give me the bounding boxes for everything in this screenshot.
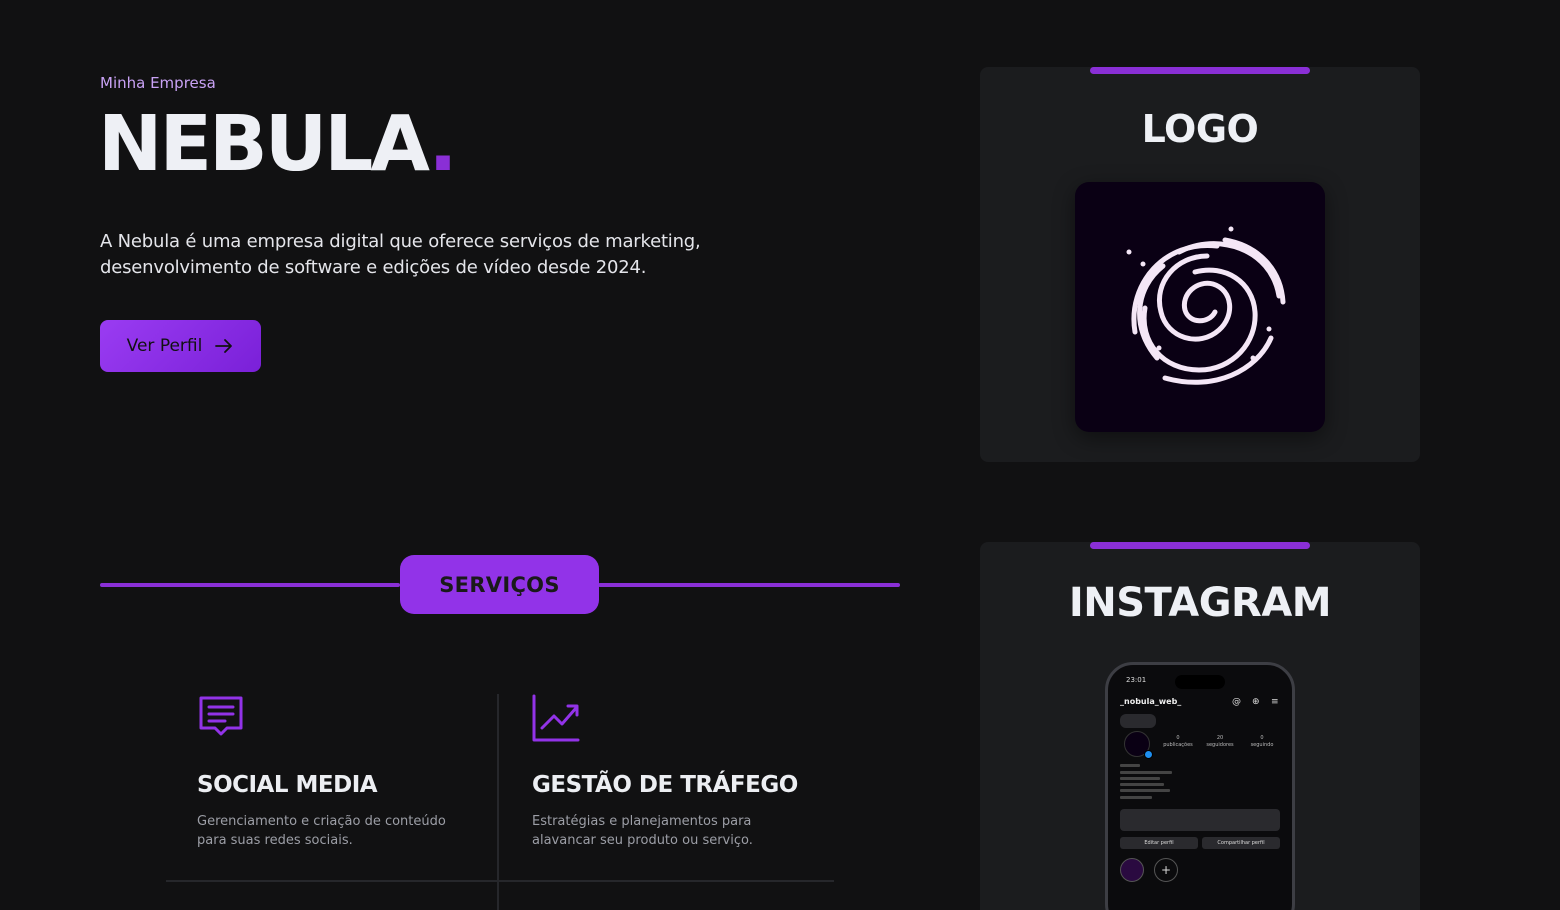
bio-line xyxy=(1120,764,1140,767)
page: Minha Empresa NEBULA. A Nebula é uma emp… xyxy=(0,0,1560,910)
logo-card: LOGO xyxy=(980,67,1420,462)
brand-dot: . xyxy=(428,100,457,189)
service-title: SOCIAL MEDIA xyxy=(197,772,378,798)
stat-following: 0 seguindo xyxy=(1250,735,1274,748)
edit-profile-button: Editar perfil xyxy=(1120,837,1198,849)
phone-time: 23:01 xyxy=(1126,676,1147,684)
new-highlight-icon: + xyxy=(1154,858,1178,882)
chat-message-icon xyxy=(199,696,243,736)
services-divider-left xyxy=(100,583,400,587)
bio-line xyxy=(1120,771,1172,774)
profile-avatar xyxy=(1124,731,1153,759)
instagram-card: INSTAGRAM 23:01 _nobula_web_ @ ⊕ ≡ 0 publ… xyxy=(980,542,1420,910)
card-accent-bar xyxy=(1090,542,1310,549)
card-accent-bar xyxy=(1090,67,1310,74)
instagram-card-title: INSTAGRAM xyxy=(1068,580,1332,626)
service-text: Gerenciamento e criação de conteúdo para… xyxy=(197,814,446,848)
professional-panel xyxy=(1120,809,1280,831)
bio-line xyxy=(1120,777,1160,780)
services-divider-right xyxy=(598,583,900,587)
profile-note xyxy=(1120,714,1156,728)
hero-description: A Nebula é uma empresa digital que ofere… xyxy=(100,231,701,278)
services-grid-horizontal-divider xyxy=(166,880,834,882)
service-gestao-trafego: GESTÃO DE TRÁFEGO Estratégias e planejam… xyxy=(532,694,802,850)
dynamic-island xyxy=(1175,675,1225,689)
services-heading: SERVIÇOS xyxy=(400,555,599,614)
add-story-icon xyxy=(1144,750,1153,759)
eyebrow-label: Minha Empresa xyxy=(100,74,216,92)
ver-perfil-label: Ver Perfil xyxy=(126,336,203,356)
trend-chart-icon xyxy=(532,694,580,742)
services-grid-vertical-divider xyxy=(497,694,499,910)
service-social-media: SOCIAL MEDIA Gerenciamento e criação de … xyxy=(197,694,467,850)
ver-perfil-button[interactable]: Ver Perfil xyxy=(100,320,261,372)
service-text: Estratégias e planejamentos para alavanc… xyxy=(532,814,753,848)
bio-line xyxy=(1120,789,1170,792)
bio-line xyxy=(1120,783,1164,786)
stat-posts: 0 publicações xyxy=(1163,735,1193,748)
logo-card-title: LOGO xyxy=(1141,107,1259,151)
share-profile-button: Compartilhar perfil xyxy=(1202,837,1280,849)
story-highlight xyxy=(1120,858,1144,882)
bio-line xyxy=(1120,796,1152,799)
menu-icon: ≡ xyxy=(1271,697,1279,707)
add-post-icon: ⊕ xyxy=(1252,697,1260,707)
arrow-right-icon xyxy=(215,339,233,353)
service-title: GESTÃO DE TRÁFEGO xyxy=(532,772,798,798)
stat-followers: 20 seguidores xyxy=(1206,735,1234,748)
brand-name: NEBULA xyxy=(98,100,431,189)
instagram-phone-mockup: 23:01 _nobula_web_ @ ⊕ ≡ 0 publicações 20… xyxy=(1105,662,1295,910)
instagram-username: _nobula_web_ xyxy=(1120,697,1182,706)
brand-title: NEBULA. xyxy=(98,106,458,183)
galaxy-spiral-logo xyxy=(1075,182,1325,432)
threads-icon: @ xyxy=(1232,697,1241,707)
